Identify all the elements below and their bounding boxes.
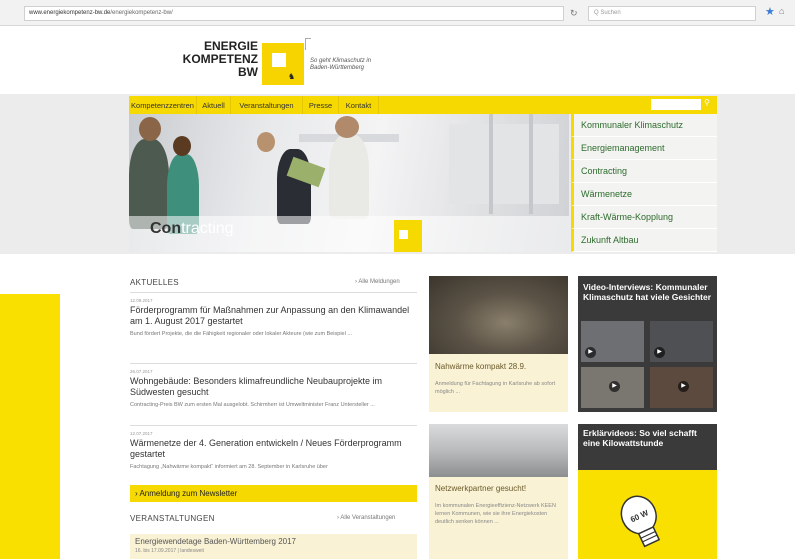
- card-title[interactable]: Netzwerkpartner gesucht!: [435, 484, 526, 493]
- nav-item-kontakt[interactable]: Kontakt: [339, 96, 379, 114]
- news-teaser: Fachtagung „Nahwärme kompakt“ informiert…: [130, 464, 328, 470]
- card-text: Im kommunalen Energieeffizienz-Netzwerk …: [435, 503, 556, 525]
- logo-square-icon: [262, 43, 304, 85]
- decorative-yellow-block: [0, 294, 60, 559]
- veranstaltungen-heading: VERANSTALTUNGEN: [130, 514, 215, 523]
- logo-tagline: So geht Klimaschutz in Baden-Württemberg: [310, 58, 372, 71]
- news-date: 12.09.2017: [130, 298, 153, 303]
- topic-kommunaler-klimaschutz[interactable]: Kommunaler Klimaschutz: [571, 114, 717, 137]
- reload-icon[interactable]: ↻: [570, 8, 578, 19]
- nav-item-presse[interactable]: Presse: [303, 96, 339, 114]
- nav-item-aktuell[interactable]: Aktuell: [197, 96, 231, 114]
- address-bar[interactable]: www.energiekompetenz-bw.de/energiekompet…: [24, 6, 564, 21]
- news-date: 26.07.2017: [130, 369, 153, 374]
- news-item[interactable]: 12.07.2017 Wärmenetze der 4. Generation …: [130, 425, 417, 471]
- news-teaser: Bund fördert Projekte, die die Fähigkeit…: [130, 331, 352, 337]
- nav-item-veranstaltungen[interactable]: Veranstaltungen: [231, 96, 303, 114]
- play-icon: ▶: [678, 381, 689, 392]
- teaser-card[interactable]: Netzwerkpartner gesucht! Im kommunalen E…: [429, 424, 568, 559]
- main-nav: Kompetenzzentren Aktuell Veranstaltungen…: [129, 96, 717, 114]
- hero-logo-icon: [394, 220, 422, 252]
- event-title[interactable]: Energiewendetage Baden-Württemberg 2017: [135, 537, 412, 546]
- topic-energiemanagement[interactable]: Energiemanagement: [571, 136, 717, 160]
- logo-divider: [305, 38, 306, 50]
- card-text: Anmeldung für Fachtagung in Karlsruhe ab…: [435, 381, 556, 395]
- video-thumbnail[interactable]: ▶: [581, 367, 644, 408]
- topic-waermenetze[interactable]: Wärmenetze: [571, 182, 717, 206]
- teaser-card[interactable]: Nahwärme kompakt 28.9. Anmeldung für Fac…: [429, 276, 568, 412]
- browser-search-input[interactable]: Q Suchen: [588, 6, 756, 21]
- video-thumbnail[interactable]: ▶: [650, 321, 713, 362]
- lion-emblem-icon: ♞: [288, 72, 296, 81]
- meeting-photo: [429, 424, 568, 477]
- video-interviews-box[interactable]: Video-Interviews: Kommunaler Klimaschutz…: [578, 276, 717, 412]
- video-box-title: Video-Interviews: Kommunaler Klimaschutz…: [583, 282, 712, 302]
- newsletter-signup-button[interactable]: › Anmeldung zum Newsletter: [130, 485, 417, 502]
- nav-item-kompetenzzentren[interactable]: Kompetenzzentren: [129, 96, 197, 114]
- logo-divider-2: [305, 38, 311, 39]
- aktuelles-heading: AKTUELLES: [130, 278, 179, 287]
- news-date: 12.07.2017: [130, 431, 153, 436]
- url-path: /energiekompetenz-bw/: [110, 10, 173, 16]
- topic-menu: Kommunaler Klimaschutz Energiemanagement…: [571, 114, 717, 252]
- conference-photo: [429, 276, 568, 354]
- all-news-link[interactable]: › Alle Meldungen: [355, 279, 400, 285]
- card-title[interactable]: Nahwärme kompakt 28.9.: [435, 362, 526, 371]
- home-icon[interactable]: ⌂: [779, 6, 784, 16]
- event-meta: 16. bis 17.09.2017 | landesweit: [135, 548, 204, 554]
- hero-title: Contracting: [150, 220, 234, 237]
- news-title[interactable]: Wohngebäude: Besonders klimafreundliche …: [130, 376, 417, 398]
- news-title[interactable]: Wärmenetze der 4. Generation entwickeln …: [130, 438, 417, 460]
- topic-kraft-waerme-kopplung[interactable]: Kraft-Wärme-Kopplung: [571, 205, 717, 229]
- logo-line-3: BW: [238, 65, 258, 79]
- topic-zukunft-altbau[interactable]: Zukunft Altbau: [571, 228, 717, 252]
- news-teaser: Contracting-Preis BW zum ersten Mal ausg…: [130, 402, 375, 408]
- video-thumbnail[interactable]: ▶: [650, 367, 713, 408]
- bookmark-star-icon[interactable]: ★: [765, 5, 775, 18]
- light-bulb-icon: 60 W: [620, 495, 661, 548]
- site-search-input[interactable]: [651, 99, 701, 110]
- search-icon[interactable]: ⚲: [704, 98, 710, 107]
- hero-image: Contracting: [129, 114, 569, 252]
- all-events-link[interactable]: › Alle Veranstaltungen: [337, 515, 395, 521]
- news-title[interactable]: Förderprogramm für Maßnahmen zur Anpassu…: [130, 305, 417, 327]
- play-icon: ▶: [609, 381, 620, 392]
- event-item[interactable]: Energiewendetage Baden-Württemberg 2017 …: [130, 534, 417, 559]
- news-item[interactable]: 26.07.2017 Wohngebäude: Besonders klimaf…: [130, 363, 417, 409]
- browser-toolbar: www.energiekompetenz-bw.de/energiekompet…: [0, 0, 795, 26]
- explainer-videos-box[interactable]: Erklärvideos: So viel schafft eine Kilow…: [578, 424, 717, 559]
- topic-contracting[interactable]: Contracting: [571, 159, 717, 183]
- video-thumbnail[interactable]: ▶: [581, 321, 644, 362]
- url-domain: www.energiekompetenz-bw.de: [29, 10, 111, 16]
- news-item[interactable]: 12.09.2017 Förderprogramm für Maßnahmen …: [130, 292, 417, 338]
- explainer-title: Erklärvideos: So viel schafft eine Kilow…: [583, 428, 697, 448]
- logo-wordmark: ENERGIE KOMPETENZ BW: [180, 40, 258, 79]
- play-icon: ▶: [585, 347, 596, 358]
- play-icon: ▶: [654, 347, 665, 358]
- explainer-header: Erklärvideos: So viel schafft eine Kilow…: [578, 424, 717, 470]
